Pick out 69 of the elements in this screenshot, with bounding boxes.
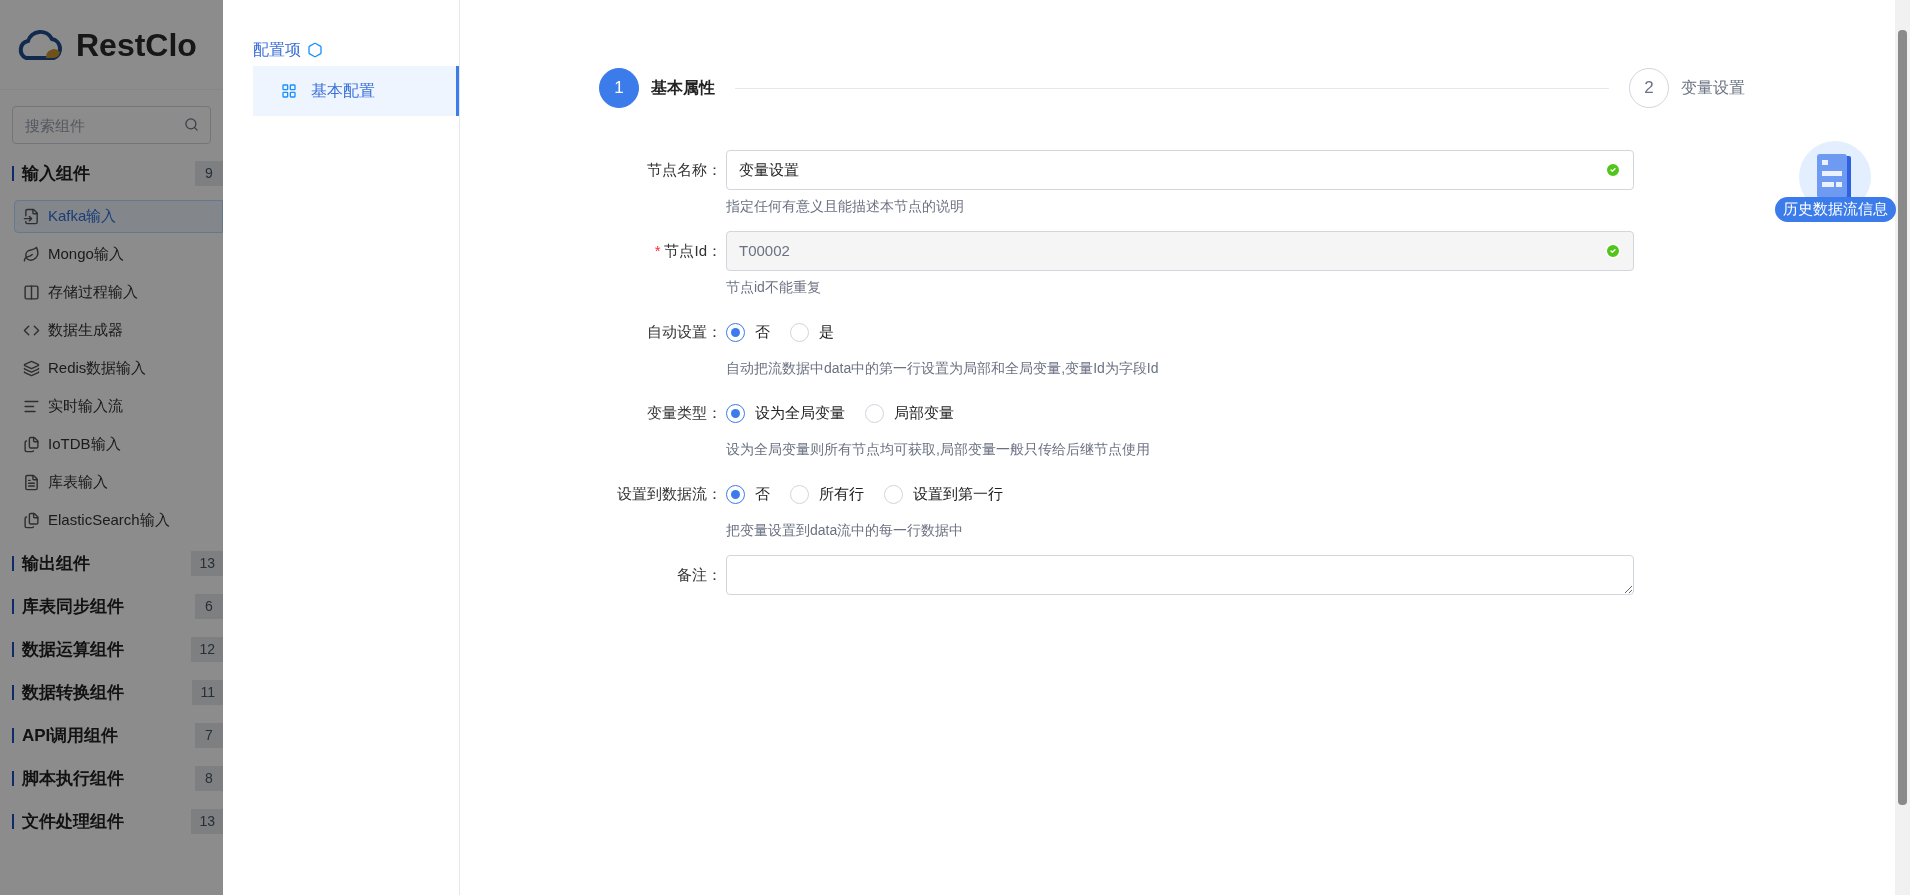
field-label: 备注： bbox=[677, 564, 722, 585]
cloud-logo-icon bbox=[16, 27, 64, 62]
radio-label[interactable]: 是 bbox=[819, 320, 834, 344]
radio-button[interactable] bbox=[726, 403, 745, 423]
component-item[interactable]: 库表输入 bbox=[14, 466, 223, 499]
group-title[interactable]: 数据运算组件 bbox=[22, 636, 192, 663]
component-item[interactable]: 存储过程输入 bbox=[14, 276, 223, 309]
component-item[interactable]: 数据生成器 bbox=[14, 314, 223, 347]
group-count: 12 bbox=[191, 637, 223, 662]
group-title[interactable]: 文件处理组件 bbox=[22, 808, 192, 835]
field-label: 节点Id： bbox=[664, 240, 722, 261]
group-count: 8 bbox=[195, 766, 223, 791]
step-number: 1 bbox=[599, 68, 639, 108]
component-icon bbox=[23, 246, 40, 263]
radio-button[interactable] bbox=[726, 484, 745, 504]
group-count: 11 bbox=[192, 680, 223, 705]
group-title[interactable]: API调用组件 bbox=[22, 722, 195, 749]
radio-button[interactable] bbox=[726, 322, 745, 342]
search-icon bbox=[184, 117, 199, 132]
field-hint: 节点id不能重复 bbox=[726, 278, 822, 297]
radio-label[interactable]: 否 bbox=[755, 482, 770, 506]
component-item[interactable]: ElasticSearch输入 bbox=[14, 504, 223, 537]
radio-label[interactable]: 局部变量 bbox=[894, 401, 954, 425]
component-icon bbox=[23, 474, 40, 491]
component-icon bbox=[23, 398, 40, 415]
logo-text: RestClo bbox=[76, 25, 197, 65]
component-item[interactable]: 实时输入流 bbox=[14, 390, 223, 423]
text-field[interactable]: 变量设置 bbox=[726, 150, 1634, 190]
group-title[interactable]: 脚本执行组件 bbox=[22, 765, 195, 792]
radio-label[interactable]: 所有行 bbox=[819, 482, 864, 506]
step-label: 变量设置 bbox=[1681, 78, 1745, 98]
group-count: 7 bbox=[195, 723, 223, 748]
group-count: 9 bbox=[195, 161, 223, 186]
remark-field[interactable] bbox=[726, 555, 1634, 595]
component-icon bbox=[23, 360, 40, 377]
radio-label[interactable]: 设置到第一行 bbox=[913, 482, 1003, 506]
field-label: 设置到数据流： bbox=[617, 483, 722, 504]
group-title[interactable]: 输入组件 bbox=[22, 160, 195, 187]
field-label: 自动设置： bbox=[647, 321, 722, 342]
component-item[interactable]: Mongo输入 bbox=[14, 238, 223, 271]
group-title[interactable]: 输出组件 bbox=[22, 550, 192, 577]
menu-item[interactable]: 基本配置 bbox=[253, 66, 459, 116]
component-item[interactable]: Redis数据输入 bbox=[14, 352, 223, 385]
scrollbar-thumb[interactable] bbox=[1898, 30, 1907, 805]
field-hint: 把变量设置到data流中的每一行数据中 bbox=[726, 521, 965, 540]
search-field[interactable]: 搜索组件 bbox=[12, 106, 211, 144]
radio-label[interactable]: 设为全局变量 bbox=[755, 401, 845, 425]
component-icon bbox=[23, 436, 40, 453]
group-count: 13 bbox=[191, 551, 223, 576]
menu-title: 配置项 bbox=[253, 40, 301, 60]
component-icon bbox=[23, 284, 40, 301]
field-hint: 自动把流数据中data中的第一行设置为局部和全局变量,变量Id为字段Id bbox=[726, 359, 1159, 378]
group-title[interactable]: 数据转换组件 bbox=[22, 679, 193, 706]
component-item[interactable]: Kafka输入 bbox=[14, 200, 223, 233]
field-hint: 指定任何有意义且能描述本节点的说明 bbox=[726, 197, 965, 216]
required-asterisk: * bbox=[654, 240, 661, 261]
component-icon bbox=[23, 512, 40, 529]
step-label: 基本属性 bbox=[651, 78, 715, 98]
radio-label[interactable]: 否 bbox=[755, 320, 770, 344]
group-count: 13 bbox=[191, 809, 223, 834]
group-count: 6 bbox=[195, 594, 223, 619]
grid-icon bbox=[281, 83, 297, 99]
field-label: 变量类型： bbox=[647, 402, 722, 423]
group-title[interactable]: 库表同步组件 bbox=[22, 593, 195, 620]
step-number: 2 bbox=[1629, 68, 1669, 108]
field-label: 节点名称： bbox=[647, 159, 722, 180]
component-item[interactable]: IoTDB输入 bbox=[14, 428, 223, 461]
field-hint: 设为全局变量则所有节点均可获取,局部变量一般只传给后继节点使用 bbox=[726, 440, 1150, 459]
component-icon bbox=[23, 208, 40, 225]
